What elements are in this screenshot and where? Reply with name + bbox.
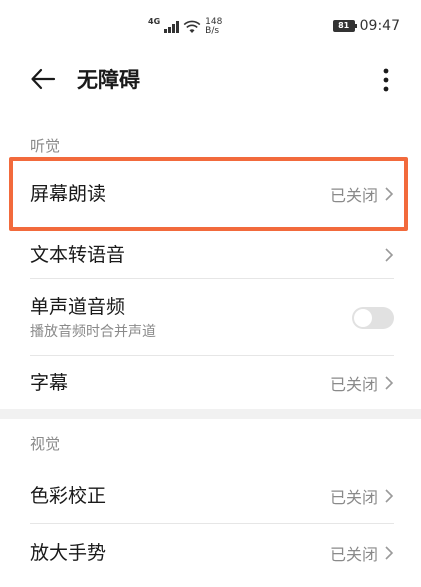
row-value: 已关闭 [329,487,378,507]
row-title: 屏幕朗读 [30,183,107,205]
row-title: 单声道音频 [30,295,126,318]
battery-time-group: 81 09:47 [332,18,400,34]
row-value: 已关闭 [329,545,378,564]
status-bar: 4G 148 B/s 81 09:47 [0,0,421,48]
row-subtitle: 播放音频时合并声道 [30,323,156,340]
row-captions[interactable]: 字幕 已关闭 [30,357,394,409]
mono-audio-toggle[interactable] [352,306,394,329]
more-options-icon[interactable] [380,66,392,94]
chevron-right-icon [385,546,394,560]
row-value: 已关闭 [329,375,378,394]
chevron-right-icon [385,187,394,201]
signal-icon [164,21,180,33]
row-value: 已关闭 [329,186,378,205]
signal-group: 4G 148 B/s [148,16,222,38]
back-arrow-icon[interactable] [30,66,56,92]
page-title: 无障碍 [77,68,140,92]
section-divider [0,409,421,419]
row-screen-reader[interactable]: 屏幕朗读 已关闭 [30,162,394,226]
wifi-icon [183,20,201,33]
chevron-right-icon [385,376,394,390]
row-text-to-speech[interactable]: 文本转语音 [30,231,394,279]
row-title: 字幕 [30,372,69,394]
network-type: 4G [148,16,161,26]
section-label-vision: 视觉 [30,435,61,453]
network-speed: 148 B/s [205,18,222,36]
row-title: 放大手势 [30,542,107,564]
row-magnification-gesture[interactable]: 放大手势 已关闭 [30,525,394,581]
row-mono-audio: 单声道音频 播放音频时合并声道 [30,280,394,356]
chevron-right-icon [385,488,394,503]
app-header: 无障碍 [0,56,421,106]
clock: 09:47 [359,18,400,34]
row-title: 色彩校正 [30,484,107,507]
row-title: 文本转语音 [30,243,126,266]
battery-icon: 81 [332,20,357,32]
chevron-right-icon [385,247,394,262]
speed-unit: B/s [205,26,220,36]
section-label-hearing: 听觉 [30,137,61,155]
row-color-correction[interactable]: 色彩校正 已关闭 [30,468,394,524]
